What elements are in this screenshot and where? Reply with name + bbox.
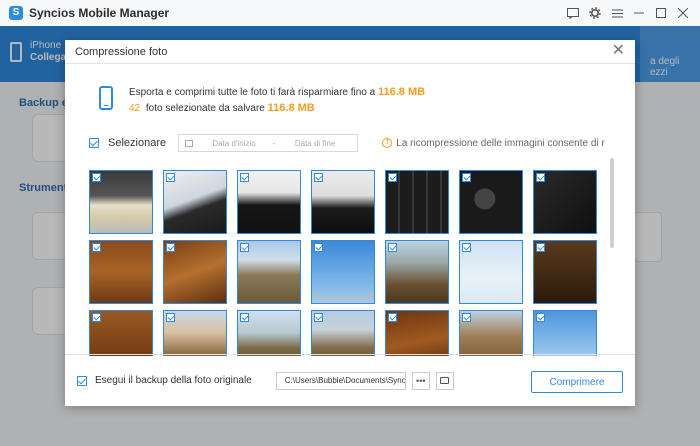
photo-thumbnail[interactable] — [533, 170, 597, 234]
folder-icon — [440, 377, 450, 384]
photo-thumbnail[interactable] — [311, 170, 375, 234]
selected-count: 42 — [129, 103, 141, 114]
photo-checkbox[interactable] — [166, 313, 175, 322]
photo-compression-dialog: Compressione foto ✕ Esporta e comprimi t… — [65, 40, 635, 406]
photo-checkbox[interactable] — [240, 173, 249, 182]
photo-checkbox[interactable] — [462, 173, 471, 182]
photo-checkbox[interactable] — [536, 243, 545, 252]
selected-size: 116.8 MB — [267, 102, 315, 114]
photo-thumbnail[interactable] — [533, 310, 597, 356]
photo-thumbnail[interactable] — [163, 240, 227, 304]
select-all-label: Selezionare — [108, 137, 167, 149]
settings-gear-icon[interactable] — [584, 2, 606, 24]
select-all-checkbox[interactable] — [89, 138, 99, 148]
app-logo-icon: S — [9, 6, 23, 20]
photo-checkbox[interactable] — [536, 313, 545, 322]
filter-bar: Selezionare Data d'inizio - Data di fine… — [89, 133, 605, 153]
photo-checkbox[interactable] — [92, 173, 101, 182]
dialog-header: Compressione foto ✕ — [65, 40, 635, 64]
backup-original-checkbox[interactable] — [77, 375, 87, 386]
backup-original-label: Esegui il backup della foto originale — [95, 375, 252, 386]
photo-thumbnail[interactable] — [163, 310, 227, 356]
photo-checkbox[interactable] — [462, 243, 471, 252]
dialog-close-icon[interactable]: ✕ — [612, 43, 625, 59]
photo-checkbox[interactable] — [240, 313, 249, 322]
calendar-icon — [185, 139, 194, 147]
photo-thumbnail[interactable] — [311, 310, 375, 356]
browse-path-button[interactable]: ••• — [411, 371, 430, 390]
photo-checkbox[interactable] — [92, 313, 101, 322]
photo-checkbox[interactable] — [536, 173, 545, 182]
photo-checkbox[interactable] — [314, 313, 323, 322]
compression-info: Esporta e comprimi tutte le foto ti farà… — [99, 84, 425, 116]
photo-thumbnail[interactable] — [237, 170, 301, 234]
info-warning-icon: ! — [382, 138, 393, 148]
photo-checkbox[interactable] — [314, 173, 323, 182]
title-bar: S Syncios Mobile Manager — [0, 0, 700, 26]
backup-path-field[interactable]: C:\Users\Bubble\Documents\Sync — [275, 371, 406, 390]
window-controls — [562, 0, 694, 26]
phone-icon — [99, 86, 113, 110]
menu-icon[interactable] — [606, 2, 628, 24]
close-window-icon[interactable] — [672, 2, 694, 24]
photo-thumbnail[interactable] — [533, 240, 597, 304]
photo-thumbnail[interactable] — [89, 310, 153, 356]
open-folder-button[interactable] — [435, 371, 454, 390]
dialog-footer: Esegui il backup della foto originale C:… — [65, 354, 635, 406]
photo-thumbnail[interactable] — [89, 170, 153, 234]
savings-value: 116.8 MB — [378, 86, 426, 98]
photo-checkbox[interactable] — [166, 243, 175, 252]
photo-thumbnail[interactable] — [385, 310, 449, 356]
photo-thumbnail[interactable] — [237, 310, 301, 356]
feedback-icon[interactable] — [562, 2, 584, 24]
photo-checkbox[interactable] — [92, 243, 101, 252]
photo-thumbnail[interactable] — [237, 240, 301, 304]
photo-checkbox[interactable] — [462, 313, 471, 322]
savings-text: Esporta e comprimi tutte le foto ti farà… — [129, 87, 376, 98]
photo-grid-scrollbar[interactable] — [610, 158, 614, 248]
photo-thumbnail[interactable] — [89, 240, 153, 304]
compress-button[interactable]: Comprimere — [531, 371, 623, 393]
minimize-icon[interactable] — [628, 2, 650, 24]
photo-thumbnail[interactable] — [311, 240, 375, 304]
date-end-input[interactable]: Data di fine — [283, 139, 347, 148]
photo-checkbox[interactable] — [388, 313, 397, 322]
maximize-icon[interactable] — [650, 2, 672, 24]
photo-checkbox[interactable] — [314, 243, 323, 252]
photo-thumbnail[interactable] — [459, 310, 523, 356]
photo-checkbox[interactable] — [388, 173, 397, 182]
photo-thumbnail[interactable] — [459, 170, 523, 234]
photo-checkbox[interactable] — [240, 243, 249, 252]
photo-grid — [89, 170, 609, 356]
photo-thumbnail[interactable] — [163, 170, 227, 234]
date-start-input[interactable]: Data d'inizio — [203, 139, 265, 148]
app-title: Syncios Mobile Manager — [29, 6, 170, 20]
photo-thumbnail[interactable] — [385, 240, 449, 304]
selected-text: foto selezionate da salvare — [145, 103, 265, 114]
dialog-title: Compressione foto — [75, 45, 168, 58]
photo-checkbox[interactable] — [388, 243, 397, 252]
date-range-picker[interactable]: Data d'inizio - Data di fine — [178, 134, 359, 152]
photo-thumbnail[interactable] — [385, 170, 449, 234]
recompression-note: ! La ricompressione delle immagini conse… — [382, 138, 605, 149]
photo-checkbox[interactable] — [166, 173, 175, 182]
photo-thumbnail[interactable] — [459, 240, 523, 304]
